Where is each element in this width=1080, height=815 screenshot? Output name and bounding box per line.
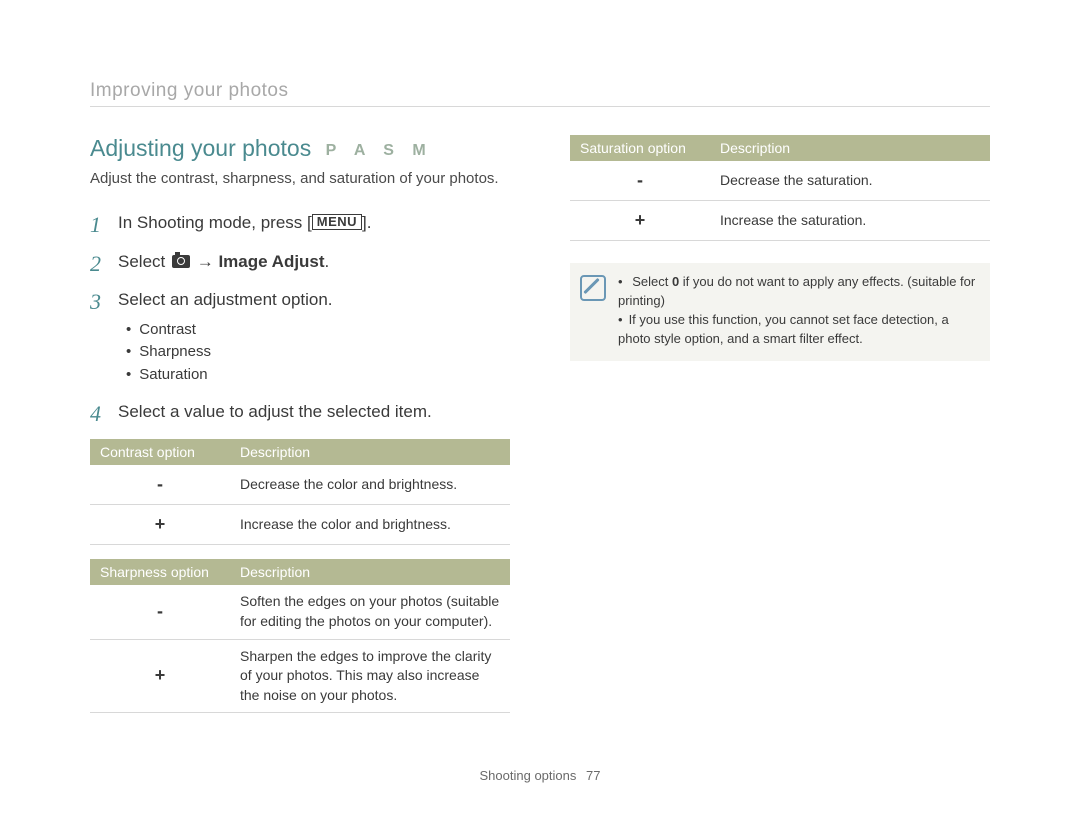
sharpness-table: Sharpness option Description - Soften th… xyxy=(90,559,510,713)
camera-icon xyxy=(172,255,190,268)
step-text: Select an adjustment option. xyxy=(118,290,333,309)
note-list: Select 0 if you do not want to apply any… xyxy=(618,273,976,348)
menu-button-glyph: MENU xyxy=(312,214,362,230)
mode-badges: P A S M xyxy=(326,142,433,159)
step-2: Select → Image Adjust. xyxy=(90,250,510,275)
th-option: Sharpness option xyxy=(90,559,230,585)
symbol-cell: + xyxy=(570,201,710,241)
note-icon xyxy=(580,275,606,301)
footer-section-label: Shooting options xyxy=(480,768,577,783)
divider xyxy=(90,106,990,107)
steps-list: In Shooting mode, press [MENU]. Select →… xyxy=(90,211,510,425)
note-item: Select 0 if you do not want to apply any… xyxy=(618,273,976,311)
adjustment-options-list: Contrast Sharpness Saturation xyxy=(118,319,510,387)
note-text: Select xyxy=(632,274,672,289)
th-description: Description xyxy=(230,559,510,585)
saturation-table: Saturation option Description - Decrease… xyxy=(570,135,990,241)
section-title: Adjusting your photos xyxy=(90,135,311,161)
image-adjust-label: Image Adjust xyxy=(218,252,324,271)
th-option: Contrast option xyxy=(90,439,230,465)
table-row: + Increase the color and brightness. xyxy=(90,505,510,545)
step-text: In Shooting mode, press [ xyxy=(118,213,312,232)
list-item: Sharpness xyxy=(126,341,510,364)
arrow-text: → xyxy=(192,252,218,271)
section-intro: Adjust the contrast, sharpness, and satu… xyxy=(90,168,510,189)
th-description: Description xyxy=(230,439,510,465)
step-text: . xyxy=(325,252,330,271)
symbol-cell: + xyxy=(90,639,230,713)
symbol-cell: + xyxy=(90,505,230,545)
note-box: Select 0 if you do not want to apply any… xyxy=(570,263,990,360)
desc-cell: Soften the edges on your photos (suitabl… xyxy=(230,585,510,639)
step-3: Select an adjustment option. Contrast Sh… xyxy=(90,288,510,386)
table-header-row: Saturation option Description xyxy=(570,135,990,161)
table-row: + Sharpen the edges to improve the clari… xyxy=(90,639,510,713)
left-column: Adjusting your photos P A S M Adjust the… xyxy=(90,135,510,713)
breadcrumb: Improving your photos xyxy=(90,80,990,102)
table-row: - Soften the edges on your photos (suita… xyxy=(90,585,510,639)
desc-cell: Decrease the color and brightness. xyxy=(230,465,510,505)
step-text: Select xyxy=(118,252,170,271)
th-description: Description xyxy=(710,135,990,161)
symbol-cell: - xyxy=(90,465,230,505)
page-footer: Shooting options 77 xyxy=(0,768,1080,783)
page-number: 77 xyxy=(586,768,600,783)
step-4: Select a value to adjust the selected it… xyxy=(90,400,510,425)
step-text: Select a value to adjust the selected it… xyxy=(118,402,432,421)
contrast-table: Contrast option Description - Decrease t… xyxy=(90,439,510,545)
table-row: - Decrease the saturation. xyxy=(570,161,990,201)
desc-cell: Sharpen the edges to improve the clarity… xyxy=(230,639,510,713)
symbol-cell: - xyxy=(570,161,710,201)
th-option: Saturation option xyxy=(570,135,710,161)
note-item: If you use this function, you cannot set… xyxy=(618,311,976,349)
desc-cell: Increase the saturation. xyxy=(710,201,990,241)
right-column: Saturation option Description - Decrease… xyxy=(570,135,990,713)
list-item: Saturation xyxy=(126,364,510,387)
step-1: In Shooting mode, press [MENU]. xyxy=(90,211,510,236)
table-row: - Decrease the color and brightness. xyxy=(90,465,510,505)
desc-cell: Increase the color and brightness. xyxy=(230,505,510,545)
desc-cell: Decrease the saturation. xyxy=(710,161,990,201)
table-header-row: Sharpness option Description xyxy=(90,559,510,585)
list-item: Contrast xyxy=(126,319,510,342)
symbol-cell: - xyxy=(90,585,230,639)
step-text: ]. xyxy=(362,213,371,232)
table-header-row: Contrast option Description xyxy=(90,439,510,465)
table-row: + Increase the saturation. xyxy=(570,201,990,241)
